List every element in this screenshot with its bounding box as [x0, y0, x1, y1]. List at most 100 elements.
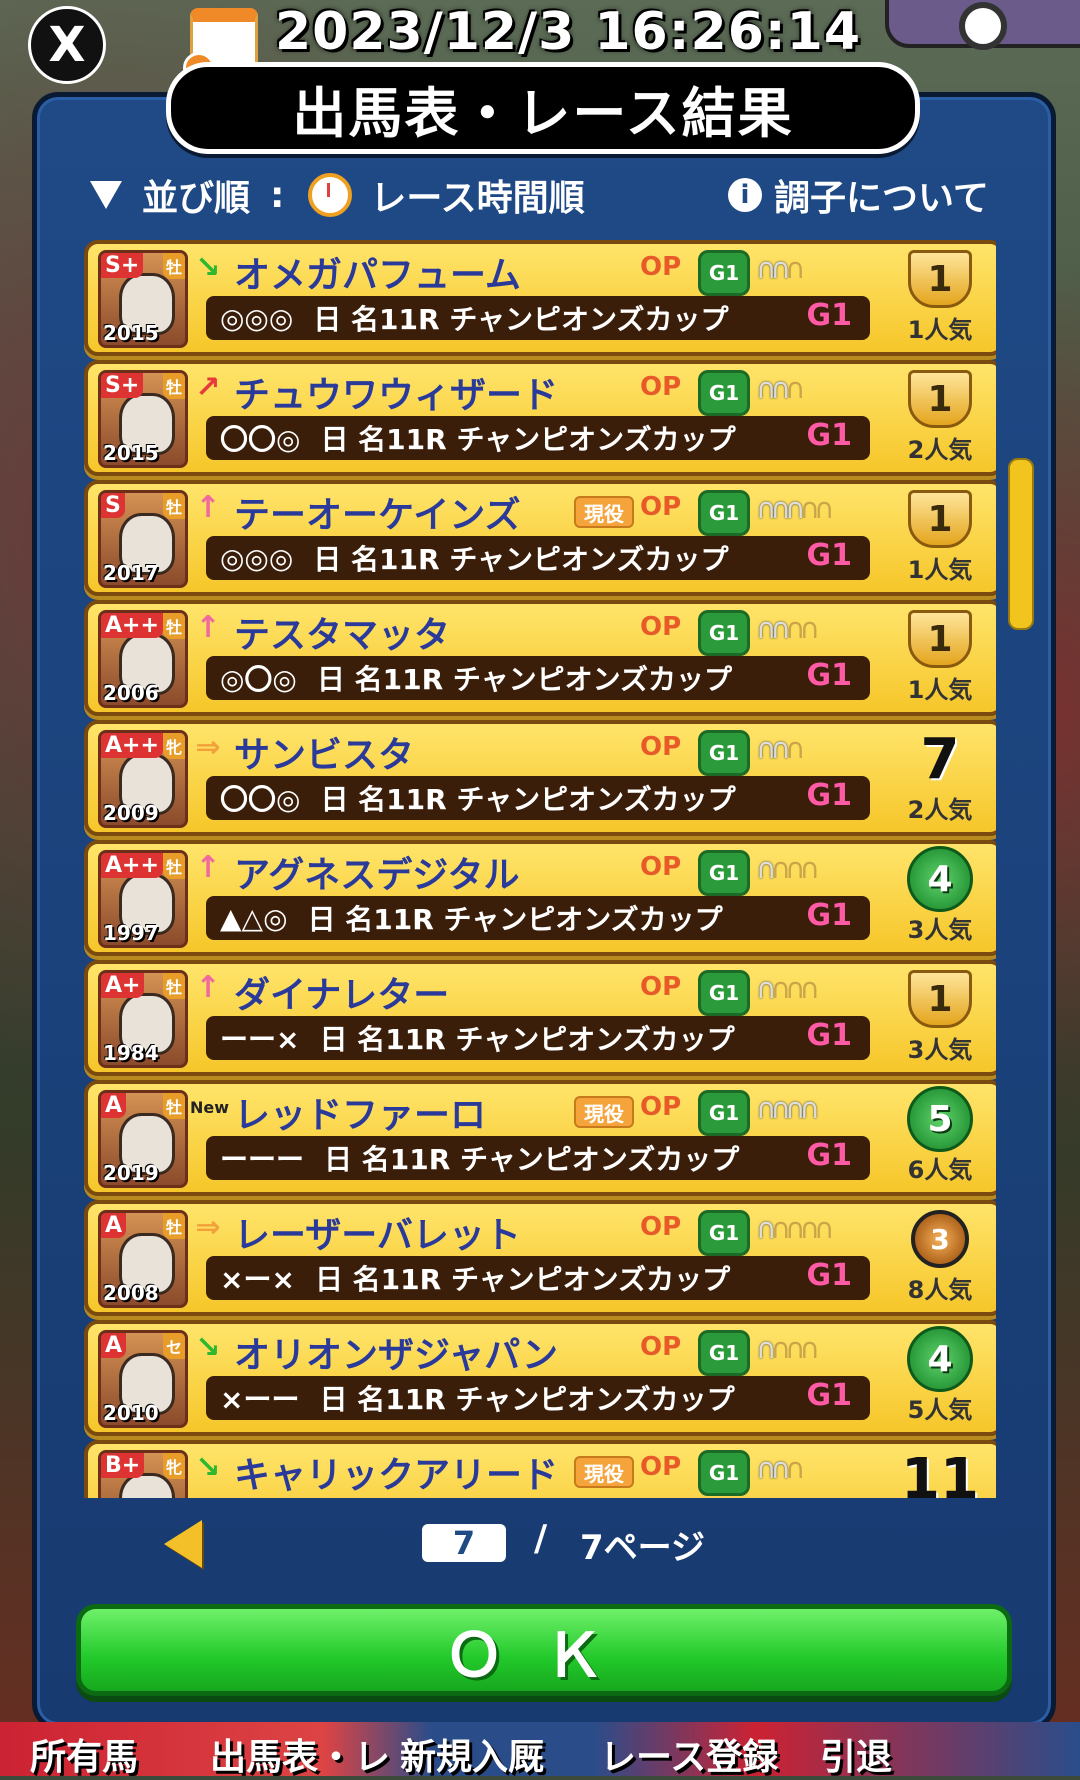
ok-button[interactable]: ＯＫ: [76, 1604, 1012, 1696]
horseshoe-icon: ∩: [770, 1452, 791, 1485]
horse-sex: 牡: [162, 973, 185, 999]
horse-list[interactable]: S+ 牡 2015 ↘ オメガパフューム OP G1 ∩∩∩ ◎◎◎ 日 名11R チャンピオンズ…: [84, 240, 996, 1498]
list-scrollbar[interactable]: [1008, 458, 1034, 630]
bottom-menu-item[interactable]: 新規入厩: [400, 1728, 580, 1780]
horseshoe-empty-icon: ∩: [799, 612, 820, 645]
horseshoe-rating: ∩∩∩∩∩: [756, 1212, 834, 1245]
sort-colon: :: [270, 174, 285, 216]
wreath-icon: 4: [907, 1326, 973, 1392]
horse-row[interactable]: S+ 牡 2015 ↘ オメガパフューム OP G1 ∩∩∩ ◎◎◎ 日 名11R チャンピオンズ…: [84, 240, 996, 356]
class-label: OP: [640, 492, 682, 522]
horse-row[interactable]: A++ 牡 1997 ↑ アグネスデジタル OP G1 ∩∩∩∩ ▲△◎ 日 名11R チャンピオ…: [84, 840, 996, 956]
prediction-marks: ◎◎◎: [220, 301, 294, 335]
popularity: 5人気: [907, 1396, 973, 1424]
race-name: 日 名11R チャンピオンズカップ: [316, 663, 733, 696]
horseshoe-empty-icon: ∩: [799, 1332, 820, 1365]
horseshoe-empty-icon: ∩: [770, 1332, 791, 1365]
horseshoe-icon: ∩: [756, 372, 776, 405]
horse-portrait: S+ 牡 2015: [98, 370, 188, 468]
race-info: ×ーー日 名11R チャンピオンズカップ G1: [206, 1376, 870, 1420]
class-label: OP: [640, 852, 682, 882]
active-badge: 現役: [574, 496, 634, 528]
horse-rank: A++: [101, 853, 163, 878]
top-bar: X 2023/12/3 16:26:14: [0, 0, 1080, 84]
popularity: 2人気: [907, 436, 973, 464]
condition-arrow-icon: ↑: [195, 490, 221, 525]
bottom-menu-item[interactable]: 出馬表・レース結果: [210, 1728, 390, 1780]
horse-year: 1984: [103, 1041, 159, 1065]
race-name: 日 名11R チャンピオンズカップ: [324, 1143, 740, 1176]
horse-year: 2009: [103, 801, 159, 825]
x-share-button[interactable]: X: [28, 6, 106, 84]
race-grade: G1: [806, 1258, 853, 1293]
horse-row[interactable]: A 牡 2019 New レッドファーロ 現役 OP G1 ∩∩∩∩ ーーー日 名11R チャンピ…: [84, 1080, 996, 1196]
page-number-input[interactable]: 7: [422, 1524, 506, 1562]
race-grade: G1: [806, 298, 853, 333]
trophy-icon: 1: [908, 610, 972, 668]
race-grade: G1: [806, 1138, 853, 1173]
horseshoe-empty-icon: ∩: [770, 852, 791, 885]
horse-year: 2015: [103, 441, 159, 465]
popularity: 1人気: [907, 556, 973, 584]
horse-portrait: S+ 牡 2015: [98, 250, 188, 348]
horse-row[interactable]: S 牡 2017 ↑ テーオーケインズ 現役 OP G1 ∩∩∩∩∩ ◎◎◎ 日 名11R チャンピ…: [84, 480, 996, 596]
settings-tab[interactable]: [885, 0, 1080, 50]
race-info: ーーー日 名11R チャンピオンズカップ G1: [206, 1136, 870, 1180]
horse-rank: S+: [101, 253, 144, 278]
horseshoe-rating: ∩∩∩: [756, 372, 805, 405]
horse-sex: 牡: [162, 253, 185, 279]
horse-row[interactable]: A セ 2010 ↘ オリオンザジャパン OP G1 ∩∩∩∩ ×ーー日 名11R チャンピオン…: [84, 1320, 996, 1436]
horse-name: レッドファーロ: [234, 1095, 487, 1136]
horse-year: 2006: [103, 681, 159, 705]
horseshoe-icon: ∩: [785, 1092, 805, 1125]
race-grade: G1: [806, 1018, 853, 1053]
race-info: 〇〇◎ 日 名11R チャンピオンズカップ G1: [206, 776, 870, 820]
horse-row[interactable]: A++ 牝 2009 ⇒ サンビスタ OP G1 ∩∩∩ 〇〇◎ 日 名11R チャンピオンズカッ…: [84, 720, 996, 836]
prediction-marks: 〇〇◎: [220, 423, 301, 456]
horse-portrait: A+ 牡 1984: [98, 970, 188, 1068]
race-grade: G1: [806, 418, 853, 453]
new-badge: New: [190, 1098, 230, 1117]
bottom-menu-item[interactable]: レース登録: [600, 1728, 780, 1780]
horse-name: オリオンザジャパン: [234, 1335, 559, 1376]
horse-row[interactable]: A+ 牡 1984 ↑ ダイナレター OP G1 ∩∩∩∩ ーー× 日 名11R チャンピオンズカ…: [84, 960, 996, 1076]
horseshoe-empty-icon: ∩: [785, 1332, 805, 1365]
condition-info-button[interactable]: i 調子について: [728, 170, 989, 220]
horseshoe-icon: ∩: [770, 252, 791, 285]
prev-page-button[interactable]: [164, 1520, 202, 1568]
grade-win-icon: G1: [698, 730, 750, 776]
sort-control[interactable]: 並び順 : レース時間順: [90, 170, 585, 220]
wreath-icon: 5: [907, 1086, 973, 1152]
horseshoe-empty-icon: ∩: [770, 1212, 791, 1245]
trophy-icon: 1: [908, 250, 972, 308]
horse-year: 1997: [103, 921, 159, 945]
grade-win-icon: G1: [698, 1090, 750, 1136]
class-label: OP: [640, 612, 682, 642]
bottom-menu-item[interactable]: 引退: [820, 1728, 1000, 1780]
bottom-menu-item[interactable]: 所有馬: [30, 1728, 210, 1780]
finish-result: 1: [888, 486, 992, 552]
race-info: ◎◎◎ 日 名11R チャンピオンズカップ G1: [206, 536, 870, 580]
horse-row[interactable]: S+ 牡 2015 ↗ チュウワウィザード OP G1 ∩∩∩ 〇〇◎ 日 名11R チャンピオン…: [84, 360, 996, 476]
horseshoe-rating: ∩∩∩∩: [756, 612, 820, 645]
horse-row[interactable]: A 牡 2008 ⇒ レーザーバレット OP G1 ∩∩∩∩∩ ×ー× 日 名11R チャンピオン…: [84, 1200, 996, 1316]
class-label: OP: [640, 372, 682, 402]
horseshoe-icon: ∩: [785, 492, 805, 525]
class-label: OP: [640, 732, 682, 762]
horseshoe-icon: ∩: [756, 1212, 776, 1245]
horse-year: 2008: [103, 1281, 159, 1305]
sort-value: レース時間順: [370, 178, 585, 219]
class-label: OP: [640, 972, 682, 1002]
horse-name: テスタマッタ: [234, 615, 451, 656]
race-grade: G1: [806, 898, 853, 933]
horse-row[interactable]: B+ 牝 ↘ キャリックアリード 現役 OP G1 ∩∩∩ 11: [84, 1440, 996, 1498]
horse-rank: S+: [101, 373, 144, 398]
horse-name: オメガパフューム: [234, 255, 521, 296]
grade-win-icon: G1: [698, 490, 750, 536]
prediction-marks: ×ー×: [220, 1263, 295, 1296]
horseshoe-empty-icon: ∩: [814, 492, 834, 525]
horseshoe-empty-icon: ∩: [785, 372, 805, 405]
horse-portrait: A++ 牡 2006: [98, 610, 188, 708]
prediction-marks: ーーー: [220, 1143, 305, 1176]
horse-row[interactable]: A++ 牡 2006 ↑ テスタマッタ OP G1 ∩∩∩∩ ◎〇◎ 日 名11R チャンピオンズ…: [84, 600, 996, 716]
